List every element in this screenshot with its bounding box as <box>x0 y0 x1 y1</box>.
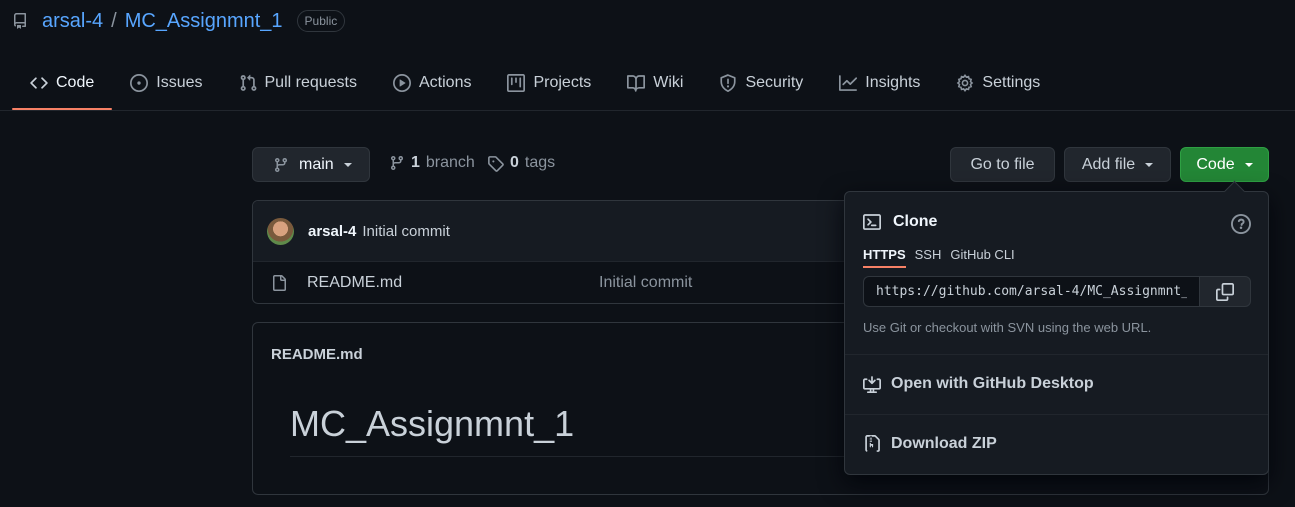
pull-request-icon <box>240 74 256 91</box>
readme-heading: MC_Assignmnt_1 <box>290 403 575 444</box>
commit-message[interactable]: Initial commit <box>362 223 450 240</box>
chevron-down-icon <box>1244 162 1253 167</box>
project-icon <box>507 74 526 92</box>
file-icon <box>273 275 286 291</box>
tab-github-cli[interactable]: GitHub CLI <box>950 247 1014 262</box>
branch-icon <box>275 157 287 172</box>
dropdown-divider <box>845 354 1268 355</box>
chevron-down-icon <box>343 162 352 167</box>
clone-header: Clone <box>863 213 937 231</box>
copy-url-button[interactable] <box>1199 276 1251 307</box>
copy-icon <box>1216 282 1234 301</box>
dropdown-divider <box>845 414 1268 415</box>
file-commit-message[interactable]: Initial commit <box>599 274 692 292</box>
tab-actions[interactable]: Actions <box>375 56 489 110</box>
download-zip-label: Download ZIP <box>891 435 997 452</box>
tab-insights[interactable]: Insights <box>821 56 938 110</box>
visibility-badge: Public <box>296 10 346 32</box>
question-icon[interactable] <box>1231 214 1251 234</box>
file-name-link[interactable]: README.md <box>307 274 599 292</box>
branches-link[interactable]: 1 branch <box>389 154 475 172</box>
avatar[interactable] <box>267 217 294 245</box>
clone-url-input[interactable] <box>863 276 1199 307</box>
book-icon <box>627 75 646 92</box>
download-zip-item[interactable]: Download ZIP <box>863 435 997 453</box>
protocol-tabs: HTTPS SSH GitHub CLI <box>863 247 1015 268</box>
tab-code[interactable]: Code <box>12 56 113 110</box>
desktop-download-icon <box>863 376 881 393</box>
branch-icon <box>391 155 403 171</box>
open-github-desktop-item[interactable]: Open with GitHub Desktop <box>863 375 1094 393</box>
branch-count-label: branch <box>425 154 475 171</box>
tab-label: Pull requests <box>264 74 358 91</box>
tab-ssh[interactable]: SSH <box>915 247 942 262</box>
tab-label: Projects <box>533 74 592 91</box>
code-button[interactable]: Code <box>1180 147 1269 182</box>
graph-icon <box>839 75 858 91</box>
repo-icon <box>13 13 26 29</box>
clone-dropdown: Clone HTTPS SSH GitHub CLI Use Git or ch… <box>844 191 1269 475</box>
go-to-file-button[interactable]: Go to file <box>950 147 1055 182</box>
branch-select-button[interactable]: main <box>252 147 370 182</box>
tab-https[interactable]: HTTPS <box>863 247 906 268</box>
open-github-desktop-label: Open with GitHub Desktop <box>891 375 1094 392</box>
branch-count: 1 <box>411 154 420 171</box>
tab-wiki[interactable]: Wiki <box>609 56 701 110</box>
tab-pull-requests[interactable]: Pull requests <box>221 56 376 110</box>
code-icon <box>30 77 48 89</box>
repo-header: arsal-4 / MC_Assignmnt_1 Public <box>12 8 346 34</box>
file-zip-icon <box>865 435 880 452</box>
tabs-divider <box>0 110 1295 111</box>
tab-security[interactable]: Security <box>701 56 821 110</box>
play-icon <box>393 74 411 92</box>
branch-name: main <box>299 155 334 173</box>
add-file-button[interactable]: Add file <box>1064 147 1171 182</box>
tab-settings[interactable]: Settings <box>938 56 1058 110</box>
shield-icon <box>720 74 737 92</box>
readme-title[interactable]: README.md <box>271 346 363 363</box>
repo-tabs: Code Issues Pull requests Actions Projec… <box>12 56 1295 111</box>
tag-count-label: tags <box>524 154 556 171</box>
tab-label: Code <box>56 74 95 91</box>
tab-issues[interactable]: Issues <box>112 56 220 110</box>
terminal-icon <box>863 214 881 230</box>
tab-label: Security <box>745 74 804 91</box>
tab-label: Actions <box>419 74 472 91</box>
tab-projects[interactable]: Projects <box>489 56 609 110</box>
chevron-down-icon <box>1145 162 1154 167</box>
clone-hint: Use Git or checkout with SVN using the w… <box>863 320 1152 335</box>
readme-divider <box>290 456 850 457</box>
gear-icon <box>957 74 974 92</box>
tab-label: Settings <box>982 74 1041 91</box>
tab-label: Insights <box>865 74 921 91</box>
commit-author[interactable]: arsal-4 <box>308 223 356 240</box>
tab-label: Wiki <box>653 74 684 91</box>
clone-title: Clone <box>893 213 938 230</box>
repo-separator: / <box>111 9 117 32</box>
issue-icon <box>130 74 149 92</box>
tag-icon <box>488 155 504 172</box>
code-button-label: Code <box>1196 155 1235 173</box>
tab-label: Issues <box>156 74 203 91</box>
add-file-label: Add file <box>1081 155 1136 173</box>
repo-name-link[interactable]: MC_Assignmnt_1 <box>125 10 283 33</box>
clone-url-group <box>863 276 1251 307</box>
tag-count: 0 <box>510 154 519 171</box>
tags-link[interactable]: 0 tags <box>487 154 555 172</box>
repo-owner-link[interactable]: arsal-4 <box>42 10 103 33</box>
